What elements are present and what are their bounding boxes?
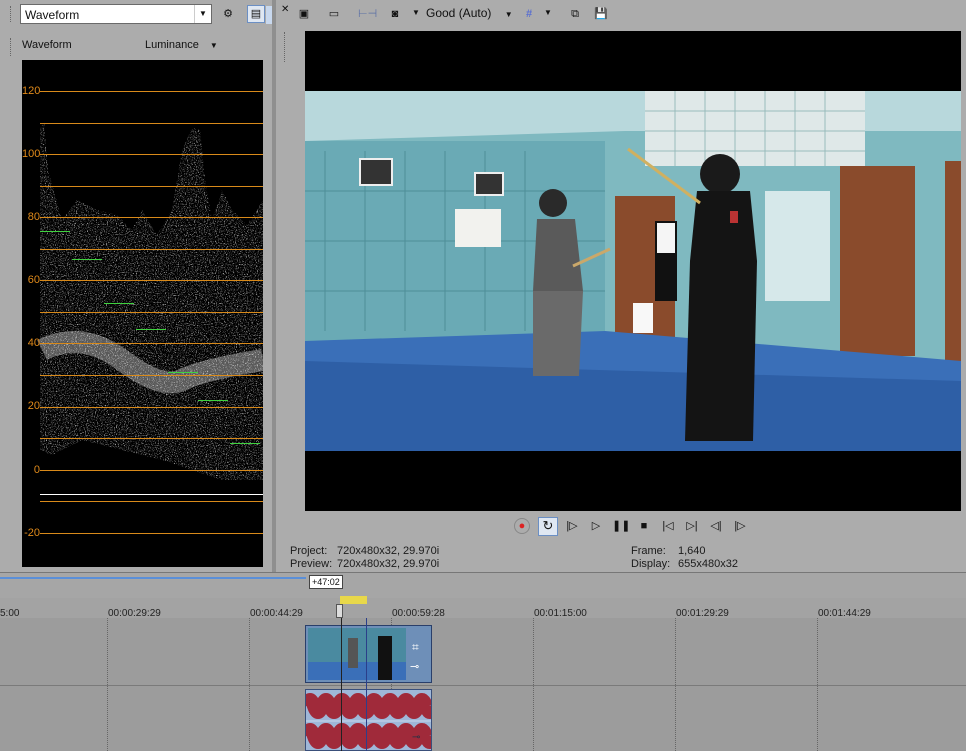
y-axis-label: 0 bbox=[33, 464, 40, 476]
record-button[interactable]: ● bbox=[514, 518, 530, 534]
selection-end-line bbox=[366, 618, 367, 751]
audio-event[interactable]: ⊸ bbox=[305, 689, 432, 751]
next-frame-button[interactable]: |▷ bbox=[731, 517, 749, 535]
video-thumbnail bbox=[308, 628, 406, 680]
grid-icon[interactable]: # bbox=[520, 5, 538, 23]
crop-icon[interactable]: ⌗ bbox=[412, 640, 419, 655]
ruler-label: 5:00 bbox=[0, 608, 20, 619]
video-frame bbox=[305, 31, 961, 511]
display-label: Display: bbox=[631, 558, 671, 570]
loop-marker[interactable] bbox=[340, 596, 367, 604]
go-to-start-button[interactable]: |◁ bbox=[659, 517, 677, 535]
play-from-start-button[interactable]: |▷ bbox=[563, 517, 581, 535]
ruler-label: 00:01:15:00 bbox=[534, 608, 587, 619]
display-value: 655x480x32 bbox=[678, 558, 738, 570]
y-axis-label: 100 bbox=[22, 148, 41, 160]
ruler-label: 00:00:59:28 bbox=[392, 608, 445, 619]
preview-label: Preview: bbox=[290, 558, 333, 570]
playhead-handle[interactable] bbox=[336, 604, 343, 618]
play-button[interactable]: ▷ bbox=[587, 517, 605, 535]
chroma-marker bbox=[198, 400, 228, 401]
project-label: Project: bbox=[290, 545, 328, 557]
event-fx-icon[interactable]: ⊸ bbox=[410, 660, 419, 673]
panel-grip[interactable] bbox=[284, 32, 287, 62]
chroma-marker bbox=[136, 329, 166, 330]
save-snapshot-button[interactable]: 💾 bbox=[592, 5, 610, 23]
y-axis-label: 40 bbox=[27, 337, 40, 349]
copy-snapshot-button[interactable]: ⧉ bbox=[566, 5, 584, 23]
scope-type-value: Waveform bbox=[25, 8, 80, 22]
video-event[interactable]: ⌗ ⊸ bbox=[305, 625, 432, 683]
y-axis-label: 120 bbox=[22, 85, 41, 97]
frame-value: 1,640 bbox=[678, 545, 706, 557]
scope-title: Waveform bbox=[22, 39, 72, 51]
y-axis-label: 60 bbox=[27, 274, 40, 286]
video-scopes-panel: Waveform ▼ ⚙ ▤ Waveform Luminance ▼ 120 … bbox=[0, 0, 272, 572]
external-monitor-button[interactable]: ▭ bbox=[325, 5, 343, 23]
previous-frame-button[interactable]: ◁| bbox=[707, 517, 725, 535]
pause-button[interactable]: ❚❚ bbox=[611, 517, 630, 535]
ruler-label: 00:01:44:29 bbox=[818, 608, 871, 619]
preview-quality-value: Good (Auto) bbox=[426, 6, 492, 20]
close-icon[interactable]: ✕ bbox=[281, 4, 289, 15]
waveform-trace bbox=[37, 120, 263, 495]
playback-cursor bbox=[341, 618, 342, 751]
timeline-panel: +47:02 5:00 00:00:29:29 00:00:44:29 00:0… bbox=[0, 572, 966, 751]
scope-mode-value: Luminance bbox=[145, 39, 199, 51]
chevron-down-icon: ▼ bbox=[209, 41, 218, 50]
preview-quality-dropdown[interactable]: Good (Auto) ▼ bbox=[426, 6, 513, 20]
scope-settings-button[interactable]: ⚙ bbox=[219, 5, 237, 23]
event-fx-icon[interactable]: ⊸ bbox=[412, 732, 420, 743]
video-image bbox=[305, 31, 961, 511]
chroma-marker bbox=[168, 372, 198, 373]
ruler-label: 00:00:44:29 bbox=[250, 608, 303, 619]
chroma-marker bbox=[72, 259, 102, 260]
preview-value: 720x480x32, 29.970i bbox=[337, 558, 440, 570]
scope-type-dropdown[interactable]: Waveform ▼ bbox=[20, 4, 212, 24]
chroma-marker bbox=[104, 303, 134, 304]
ruler-label: 00:00:29:29 bbox=[108, 608, 161, 619]
stop-button[interactable]: ■ bbox=[635, 517, 653, 535]
ruler-label: 00:01:29:29 bbox=[676, 608, 729, 619]
chevron-down-icon[interactable]: ▼ bbox=[412, 8, 420, 17]
loop-playback-button[interactable]: ↻ bbox=[538, 517, 558, 536]
selection-length-label: +47:02 bbox=[309, 575, 343, 589]
chevron-down-icon[interactable]: ▼ bbox=[544, 8, 552, 17]
update-scopes-button[interactable]: ▤ bbox=[247, 5, 265, 23]
chevron-down-icon: ▼ bbox=[194, 5, 211, 23]
overlays-button[interactable]: ◙ bbox=[386, 5, 404, 23]
y-axis-label: -20 bbox=[24, 527, 40, 539]
frame-label: Frame: bbox=[631, 545, 666, 557]
split-screen-button[interactable]: ⊢⊣ bbox=[357, 5, 377, 23]
go-to-end-button[interactable]: ▷| bbox=[683, 517, 701, 535]
chroma-marker bbox=[230, 443, 260, 444]
waveform-graph: 120 100 80 60 40 20 0 -20 bbox=[22, 60, 263, 567]
chevron-down-icon: ▼ bbox=[504, 10, 513, 19]
scope-mode-dropdown[interactable]: Luminance ▼ bbox=[145, 39, 218, 51]
y-axis-label: 80 bbox=[27, 211, 40, 223]
project-value: 720x480x32, 29.970i bbox=[337, 545, 440, 557]
loop-region-bar[interactable] bbox=[0, 577, 306, 579]
panel-grip[interactable] bbox=[10, 6, 13, 22]
project-properties-button[interactable]: ▣ bbox=[295, 5, 313, 23]
panel-grip[interactable] bbox=[10, 38, 13, 56]
chroma-marker bbox=[40, 231, 70, 232]
y-axis-label: 20 bbox=[27, 400, 40, 412]
